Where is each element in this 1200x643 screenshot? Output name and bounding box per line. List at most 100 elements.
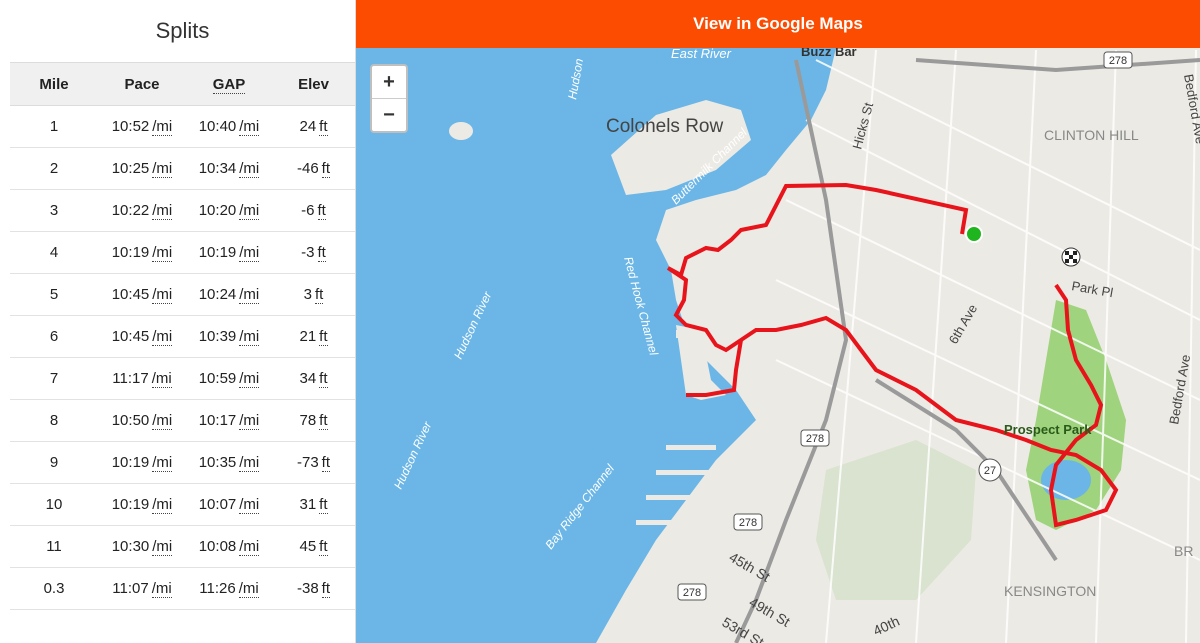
split-pace-value: 10:45 — [111, 328, 150, 345]
route-map[interactable]: 278 278 278 278 27 East River Buzz Bar H… — [356, 0, 1200, 643]
split-pace-value: 10:22 — [111, 202, 150, 219]
split-pace-value: 10:19 — [111, 454, 150, 471]
split-pace: 10:30/mi — [98, 525, 186, 568]
split-pace-value: 10:19 — [111, 496, 150, 513]
split-row: 3 10:22/mi 10:20/mi -6 ft — [10, 189, 355, 232]
split-pace: 10:22/mi — [98, 189, 186, 232]
split-pace-unit: /mi — [151, 370, 172, 388]
split-pace: 10:25/mi — [98, 147, 186, 190]
split-row: 0.3 11:07/mi 11:26/mi -38 ft — [10, 567, 355, 610]
split-gap: 10:24/mi — [186, 273, 272, 316]
split-elev-value: -46 — [296, 160, 319, 177]
splits-header-row: Mile Pace GAP Elev — [10, 63, 355, 106]
split-gap-value: 10:59 — [198, 370, 237, 387]
split-mile: 2 — [10, 147, 98, 190]
label-east-river: East River — [671, 46, 732, 61]
split-elev-unit: ft — [315, 286, 324, 304]
split-row: 11 10:30/mi 10:08/mi 45 ft — [10, 525, 355, 568]
split-gap: 10:34/mi — [186, 147, 272, 190]
label-prospect-park: Prospect Park — [1004, 422, 1092, 437]
split-elev: -38 ft — [272, 567, 355, 610]
split-row: 6 10:45/mi 10:39/mi 21 ft — [10, 315, 355, 358]
split-elev: 34 ft — [272, 357, 355, 400]
split-pace-unit: /mi — [152, 118, 173, 136]
zoom-in-button[interactable]: + — [372, 66, 406, 99]
zoom-control: + − — [370, 64, 408, 133]
highway-shield-278-mid: 278 — [800, 429, 830, 447]
svg-text:278: 278 — [1109, 55, 1127, 67]
split-gap-unit: /mi — [239, 244, 260, 262]
split-gap: 10:35/mi — [186, 441, 272, 484]
finish-flag-icon[interactable] — [1061, 247, 1081, 267]
split-gap-unit: /mi — [239, 286, 260, 304]
split-mile: 9 — [10, 441, 98, 484]
split-elev-value: -38 — [296, 580, 319, 597]
split-mile: 10 — [10, 483, 98, 526]
splits-table: Mile Pace GAP Elev 1 10:52/mi 10:40/mi 24 ft… — [10, 63, 355, 610]
split-pace-value: 10:25 — [111, 160, 150, 177]
highway-shield-27: 27 — [978, 458, 1002, 482]
split-elev-value: 24 — [299, 118, 317, 135]
split-mile: 5 — [10, 273, 98, 316]
split-elev-value: 3 — [303, 286, 312, 303]
split-pace-value: 10:30 — [111, 538, 150, 555]
split-gap-unit: /mi — [239, 328, 260, 346]
split-gap-unit: /mi — [239, 118, 260, 136]
split-pace-unit: /mi — [152, 286, 173, 304]
split-elev: 3 ft — [272, 273, 355, 316]
zoom-out-button[interactable]: − — [372, 99, 406, 131]
view-in-google-maps-button[interactable]: View in Google Maps — [356, 0, 1200, 48]
split-gap: 10:39/mi — [186, 315, 272, 358]
split-row: 2 10:25/mi 10:34/mi -46 ft — [10, 147, 355, 190]
split-elev-unit: ft — [319, 118, 328, 136]
split-row: 5 10:45/mi 10:24/mi 3 ft — [10, 273, 355, 316]
split-pace-unit: /mi — [152, 202, 173, 220]
split-gap: 10:40/mi — [186, 105, 272, 148]
split-elev-unit: ft — [317, 202, 326, 220]
split-gap-value: 10:08 — [198, 538, 237, 555]
split-gap: 10:07/mi — [186, 483, 272, 526]
split-elev-value: 21 — [299, 328, 317, 345]
split-gap-unit: /mi — [239, 412, 260, 430]
split-pace-unit: /mi — [152, 328, 173, 346]
header-pace: Pace — [98, 63, 186, 106]
split-gap: 10:19/mi — [186, 231, 272, 274]
split-pace-value: 10:45 — [111, 286, 150, 303]
split-pace: 11:07/mi — [98, 567, 186, 610]
split-pace-value: 10:50 — [111, 412, 150, 429]
split-pace-value: 11:07 — [112, 580, 149, 597]
split-gap-unit: /mi — [239, 160, 260, 178]
map-container[interactable]: 278 278 278 278 27 East River Buzz Bar H… — [356, 0, 1200, 643]
split-pace-unit: /mi — [152, 538, 173, 556]
split-pace-value: 11:17 — [112, 370, 149, 387]
split-gap: 10:20/mi — [186, 189, 272, 232]
split-gap-unit: /mi — [239, 454, 260, 472]
split-pace: 10:19/mi — [98, 441, 186, 484]
split-mile: 8 — [10, 399, 98, 442]
split-elev-value: -6 — [301, 202, 315, 219]
start-marker-icon[interactable] — [965, 225, 983, 243]
splits-panel: Splits Mile Pace GAP Elev 1 10:52/mi 10:40… — [10, 0, 356, 643]
split-pace-unit: /mi — [152, 412, 173, 430]
split-elev-unit: ft — [321, 454, 331, 472]
split-pace-unit: /mi — [152, 160, 173, 178]
split-pace: 10:45/mi — [98, 315, 186, 358]
split-pace-value: 10:19 — [111, 244, 150, 261]
split-row: 1 10:52/mi 10:40/mi 24 ft — [10, 105, 355, 148]
label-clinton-hill: CLINTON HILL — [1044, 127, 1139, 143]
split-gap-value: 10:40 — [198, 118, 237, 135]
split-gap: 10:17/mi — [186, 399, 272, 442]
split-pace: 10:50/mi — [98, 399, 186, 442]
split-pace: 11:17/mi — [98, 357, 186, 400]
split-mile: 7 — [10, 357, 98, 400]
split-elev-unit: ft — [321, 580, 331, 598]
split-pace: 10:19/mi — [98, 231, 186, 274]
split-gap: 10:08/mi — [186, 525, 272, 568]
split-elev-unit: ft — [319, 538, 328, 556]
split-elev-unit: ft — [319, 370, 328, 388]
split-elev: 78 ft — [272, 399, 355, 442]
split-elev-unit: ft — [319, 496, 328, 514]
split-pace-value: 10:52 — [111, 118, 150, 135]
split-row: 10 10:19/mi 10:07/mi 31 ft — [10, 483, 355, 526]
split-gap-value: 10:39 — [198, 328, 237, 345]
